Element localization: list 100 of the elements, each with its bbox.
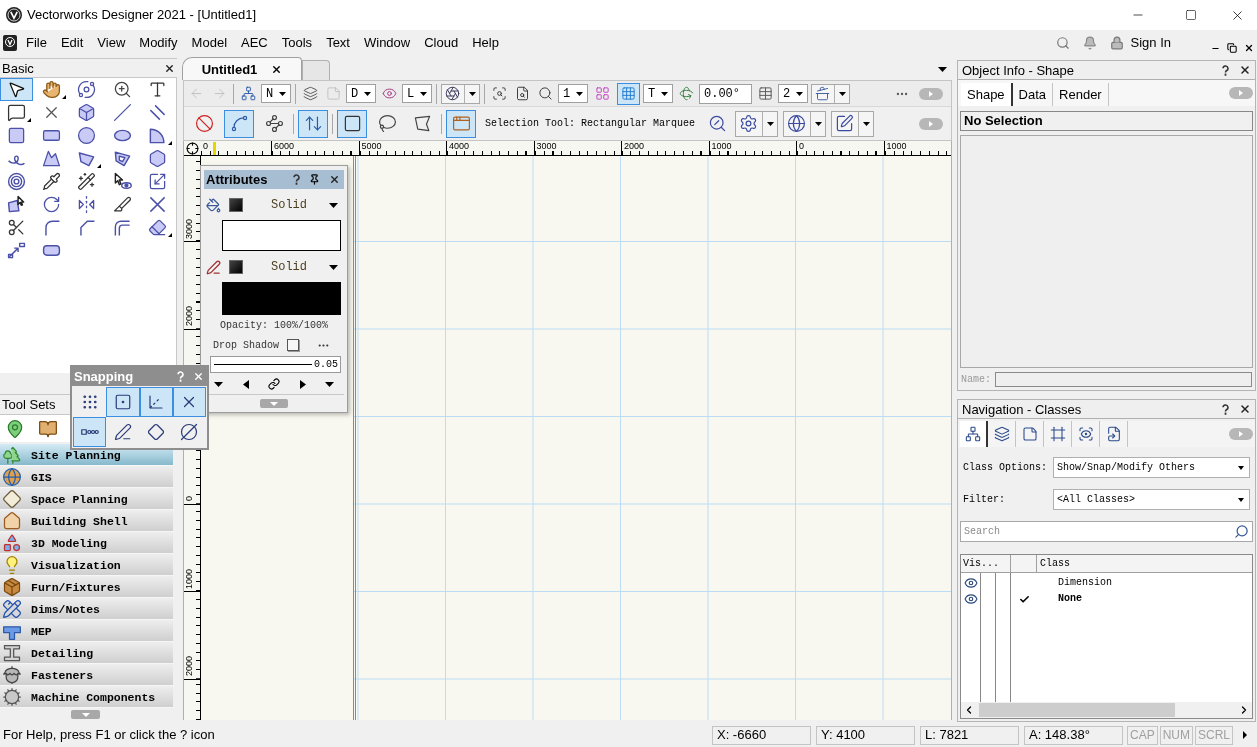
- tool-set-item[interactable]: Dims/Notes: [0, 598, 173, 620]
- menu-item[interactable]: View: [90, 32, 133, 53]
- toggle-button[interactable]: [337, 109, 367, 138]
- dropdown[interactable]: <All Classes>: [1053, 489, 1250, 510]
- triangle-down-icon: [81, 712, 90, 717]
- dropdown[interactable]: N: [261, 84, 291, 103]
- tab[interactable]: Data: [1012, 83, 1054, 106]
- triangle-right-icon[interactable]: [299, 379, 306, 389]
- caret-down-icon: [576, 91, 583, 96]
- up-down-arrows-icon: [303, 114, 323, 133]
- tool-set-item[interactable]: Space Planning: [0, 488, 173, 510]
- tool-set-item[interactable]: Furn/Fixtures: [0, 576, 173, 598]
- toggle-button[interactable]: [298, 109, 328, 138]
- help-text: For Help, press F1 or click the ? icon: [2, 726, 215, 745]
- help-icon[interactable]: [1222, 64, 1229, 76]
- layers-icon: [302, 86, 318, 101]
- status-indicator: CAP: [1126, 725, 1158, 745]
- menu-item[interactable]: Modify: [132, 32, 185, 53]
- tool-set-item[interactable]: Building Shell: [0, 510, 173, 532]
- menu-item[interactable]: Help: [465, 32, 506, 53]
- tool-hint: Selection Tool: Rectangular Marquee: [485, 117, 696, 131]
- tool-set-item[interactable]: Fasteners: [0, 664, 173, 686]
- eye-icon[interactable]: [963, 576, 978, 590]
- dropdown[interactable]: D: [346, 84, 376, 103]
- close-icon[interactable]: [164, 62, 175, 74]
- tool-set-item[interactable]: Visualization: [0, 554, 173, 576]
- triangle-left-icon[interactable]: [242, 379, 249, 389]
- tool-set-item[interactable]: 3D Modeling: [0, 532, 173, 554]
- panel-title: Object Info - Shape: [962, 63, 1074, 77]
- dropdown[interactable]: Show/Snap/Modify Others: [1053, 457, 1250, 478]
- toggle-button[interactable]: [224, 109, 254, 138]
- tab[interactable]: Render: [1053, 83, 1109, 106]
- menu-item[interactable]: Tools: [274, 32, 320, 53]
- menu-item[interactable]: Text: [319, 32, 357, 53]
- line-weight-field[interactable]: 0.05: [210, 356, 341, 373]
- toggle-button[interactable]: [617, 82, 640, 105]
- scan-search-icon: [491, 86, 507, 101]
- icon-dropdown[interactable]: [735, 110, 779, 137]
- icon-dropdown[interactable]: [783, 110, 827, 137]
- pin-icon[interactable]: [309, 174, 320, 185]
- tab[interactable]: Shape: [961, 83, 1013, 106]
- caret-down-icon[interactable]: [214, 381, 223, 387]
- snap-button[interactable]: [73, 417, 107, 447]
- diagonal-line-icon: [112, 103, 132, 122]
- menu-item[interactable]: Window: [356, 32, 418, 53]
- icon-dropdown[interactable]: [441, 83, 480, 104]
- square-pen-icon: [835, 114, 855, 133]
- rotate-3d-icon: [678, 86, 694, 101]
- caret-down-icon: [364, 91, 371, 96]
- tool-set-item[interactable]: Detailing: [0, 642, 173, 664]
- opacity-label: Opacity: 100%/100%: [220, 319, 328, 333]
- close-icon[interactable]: [329, 174, 340, 185]
- lock-icon[interactable]: [1109, 35, 1124, 50]
- fill-style-dropdown[interactable]: Solid: [251, 196, 338, 214]
- tool-set-item[interactable]: MEP: [0, 620, 173, 642]
- menu-item[interactable]: AEC: [234, 32, 275, 53]
- search-icon[interactable]: [1055, 35, 1070, 50]
- search-field[interactable]: Search: [960, 521, 1253, 542]
- menu-item[interactable]: File: [19, 32, 54, 53]
- menu-item[interactable]: Cloud: [417, 32, 466, 53]
- dropdown[interactable]: 1: [558, 84, 588, 103]
- help-icon[interactable]: [293, 174, 300, 185]
- dropdown[interactable]: T: [643, 84, 673, 103]
- drop-shadow-checkbox[interactable]: [287, 339, 299, 351]
- triangle-right-icon: [1243, 731, 1247, 739]
- sign-in-button[interactable]: Sign In: [1130, 32, 1171, 53]
- square-icon: [7, 126, 26, 145]
- close-icon[interactable]: [1239, 64, 1251, 76]
- caret-down-icon[interactable]: [325, 381, 334, 387]
- icon-dropdown[interactable]: [811, 83, 850, 104]
- caret-down-icon[interactable]: [938, 67, 947, 72]
- close-icon[interactable]: [271, 63, 283, 75]
- link-icon[interactable]: [268, 378, 280, 390]
- restore-icon[interactable]: [1227, 43, 1237, 53]
- scrollbar-thumb[interactable]: [979, 703, 1175, 717]
- tab[interactable]: [960, 421, 988, 447]
- angle-field[interactable]: 0.00°: [699, 83, 752, 104]
- toggle-button[interactable]: [446, 109, 476, 138]
- bell-icon[interactable]: [1082, 35, 1097, 50]
- close-icon[interactable]: [1244, 43, 1254, 53]
- tool-button[interactable]: [0, 78, 33, 101]
- pot-icon: [815, 86, 830, 101]
- dropdown[interactable]: L: [402, 84, 432, 103]
- help-icon[interactable]: [1222, 403, 1229, 415]
- knife-icon: [112, 195, 132, 214]
- snap-button[interactable]: [106, 387, 140, 417]
- document-tab[interactable]: Untitled1: [182, 57, 302, 80]
- menu-item[interactable]: Edit: [53, 32, 91, 53]
- dropdown[interactable]: 2: [778, 84, 808, 103]
- eye-icon[interactable]: [963, 592, 978, 606]
- icon-dropdown[interactable]: [831, 110, 875, 137]
- page-icon: [325, 86, 341, 101]
- offset-corner-icon: [112, 218, 132, 237]
- close-icon[interactable]: [1239, 403, 1251, 415]
- tool-set-item[interactable]: GIS: [0, 466, 173, 488]
- palette-title: Basic: [2, 61, 34, 75]
- menu-item[interactable]: Model: [184, 32, 235, 53]
- pen-style-dropdown[interactable]: Solid: [251, 258, 338, 276]
- ruler-label: 0: [185, 496, 194, 502]
- tool-set-item[interactable]: Machine Components: [0, 686, 173, 708]
